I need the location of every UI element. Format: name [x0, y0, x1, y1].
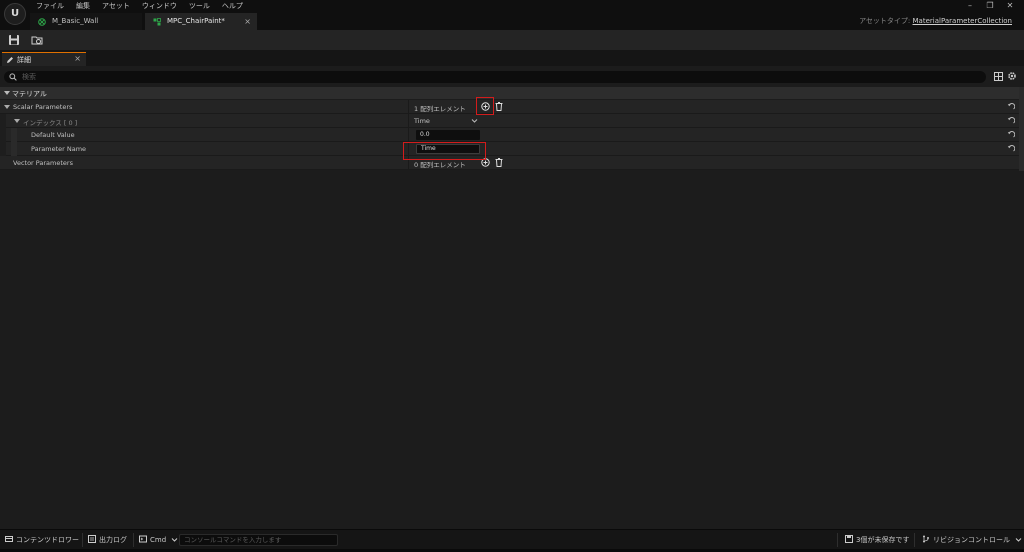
vector-count: 0 配列エレメント: [414, 161, 466, 169]
menu-tools[interactable]: ツール: [183, 0, 216, 12]
row-parameter-name: Parameter Name Time: [0, 142, 1019, 156]
row-scalar-parameters: Scalar Parameters 1 配列エレメント: [0, 100, 1019, 114]
search-icon: [9, 73, 17, 81]
menu-window[interactable]: ウィンドウ: [136, 0, 183, 12]
index-value: Time: [414, 117, 430, 125]
indent-guide: [11, 142, 17, 156]
default-value-input[interactable]: 0.0: [416, 130, 480, 140]
details-panel: 検索 マテリアル Scalar Parameters 1 配列エレメント インデ…: [0, 66, 1024, 529]
collapse-arrow-icon[interactable]: [4, 91, 10, 95]
divider: [837, 533, 838, 547]
status-bar: コンテンツドロワー 出力ログ Cmd コンソールコマンドを入力します 3個が未保…: [0, 529, 1024, 549]
search-placeholder: 検索: [22, 73, 36, 81]
parameter-name-label: Parameter Name: [31, 145, 87, 153]
revision-control-icon: [923, 535, 929, 543]
menu-help[interactable]: ヘルプ: [216, 0, 249, 12]
reset-to-default-icon[interactable]: [1007, 117, 1015, 125]
column-divider: [408, 114, 409, 128]
tab-details[interactable]: 詳細 ×: [2, 52, 86, 66]
divider: [914, 533, 915, 547]
menu-asset[interactable]: アセット: [96, 0, 136, 12]
revision-label: リビジョンコントロール: [933, 536, 1010, 544]
terminal-icon: [139, 535, 147, 543]
content-drawer-icon: [5, 536, 13, 542]
content-drawer-label: コンテンツドロワー: [16, 536, 79, 544]
divider: [82, 533, 83, 547]
trash-icon[interactable]: [495, 102, 503, 111]
close-window-button[interactable]: ✕: [1000, 0, 1020, 12]
close-tab-icon[interactable]: ×: [244, 13, 251, 30]
material-icon: [38, 18, 46, 26]
vector-parameters-label: Vector Parameters: [13, 159, 73, 167]
unsaved-label: 3個が未保存です: [856, 536, 910, 544]
row-index-0: インデックス [ 0 ] Time: [0, 114, 1019, 128]
console-command-input[interactable]: コンソールコマンドを入力します: [179, 534, 338, 546]
chevron-down-icon: [1015, 538, 1022, 542]
tab-mpc-chairpaint[interactable]: MPC_ChairPaint* ×: [145, 13, 257, 30]
highlight-add-element: [476, 97, 494, 115]
panel-tab-strip: 詳細 ×: [0, 51, 1024, 66]
expand-arrow-icon[interactable]: [14, 118, 20, 124]
divider: [133, 533, 134, 547]
scalar-parameters-label: Scalar Parameters: [13, 103, 73, 111]
column-divider: [408, 100, 409, 114]
column-divider: [408, 128, 409, 142]
tab-label: MPC_ChairPaint*: [167, 17, 225, 25]
tab-m-basic-wall[interactable]: M_Basic_Wall: [30, 13, 142, 30]
menu-edit[interactable]: 編集: [70, 0, 96, 12]
browse-content-icon[interactable]: [31, 34, 43, 46]
details-tab-label: 詳細: [17, 56, 31, 64]
category-label: マテリアル: [12, 90, 47, 98]
parameter-collection-icon: [153, 18, 161, 26]
indent-guide: [0, 114, 6, 128]
restore-button[interactable]: ❐: [980, 0, 1000, 12]
indent-guide: [11, 128, 17, 142]
save-icon[interactable]: [8, 34, 20, 46]
search-input[interactable]: 検索: [4, 71, 986, 83]
document-tabs: M_Basic_Wall MPC_ChairPaint* ×: [30, 13, 260, 30]
unsaved-assets-button[interactable]: 3個が未保存です: [845, 535, 909, 545]
row-default-value: Default Value 0.0: [0, 128, 1019, 142]
output-log-button[interactable]: 出力ログ: [88, 535, 127, 545]
trash-icon[interactable]: [495, 158, 503, 167]
menu-file[interactable]: ファイル: [30, 0, 70, 12]
default-value-label: Default Value: [31, 131, 75, 139]
window-controls: – ❐ ✕: [960, 0, 1020, 12]
output-log-icon: [88, 535, 96, 543]
highlight-parameter-name: [403, 142, 486, 160]
property-matrix-icon[interactable]: [994, 72, 1003, 81]
title-bar: U ファイル 編集 アセット ウィンドウ ツール ヘルプ M_Basic_Wal…: [0, 0, 1024, 30]
menu-bar: ファイル 編集 アセット ウィンドウ ツール ヘルプ: [30, 0, 249, 12]
category-material[interactable]: マテリアル: [0, 87, 1019, 99]
cmd-label: Cmd: [150, 536, 167, 544]
save-icon: [845, 535, 853, 543]
row-vector-parameters: Vector Parameters 0 配列エレメント: [0, 156, 1019, 170]
close-details-icon[interactable]: ×: [74, 54, 81, 63]
output-log-label: 出力ログ: [99, 536, 127, 544]
cmd-dropdown[interactable]: Cmd: [139, 535, 178, 545]
indent-guide: [0, 128, 6, 142]
index-label: インデックス [ 0 ]: [23, 119, 78, 127]
expand-arrow-icon[interactable]: [4, 104, 10, 110]
scalar-count: 1 配列エレメント: [414, 105, 466, 113]
gear-icon[interactable]: [1007, 71, 1017, 81]
scrollbar[interactable]: [1019, 87, 1024, 171]
asset-type-link[interactable]: MaterialParameterCollection: [913, 17, 1012, 25]
revision-control-button[interactable]: リビジョンコントロール: [922, 535, 1022, 545]
content-drawer-button[interactable]: コンテンツドロワー: [5, 535, 79, 545]
minimize-button[interactable]: –: [960, 0, 980, 12]
pencil-icon: [7, 57, 13, 63]
asset-type-label: アセットタイプ:: [859, 17, 911, 25]
tab-label: M_Basic_Wall: [52, 17, 99, 25]
toolbar: [0, 30, 1024, 50]
reset-to-default-icon[interactable]: [1007, 131, 1015, 139]
reset-to-default-icon[interactable]: [1007, 103, 1015, 111]
chevron-down-icon[interactable]: [471, 117, 478, 124]
indent-guide: [0, 142, 6, 156]
reset-to-default-icon[interactable]: [1007, 145, 1015, 153]
asset-type-info: アセットタイプ: MaterialParameterCollection: [859, 16, 1012, 26]
unreal-logo-icon[interactable]: U: [4, 3, 26, 25]
chevron-down-icon: [172, 538, 178, 542]
